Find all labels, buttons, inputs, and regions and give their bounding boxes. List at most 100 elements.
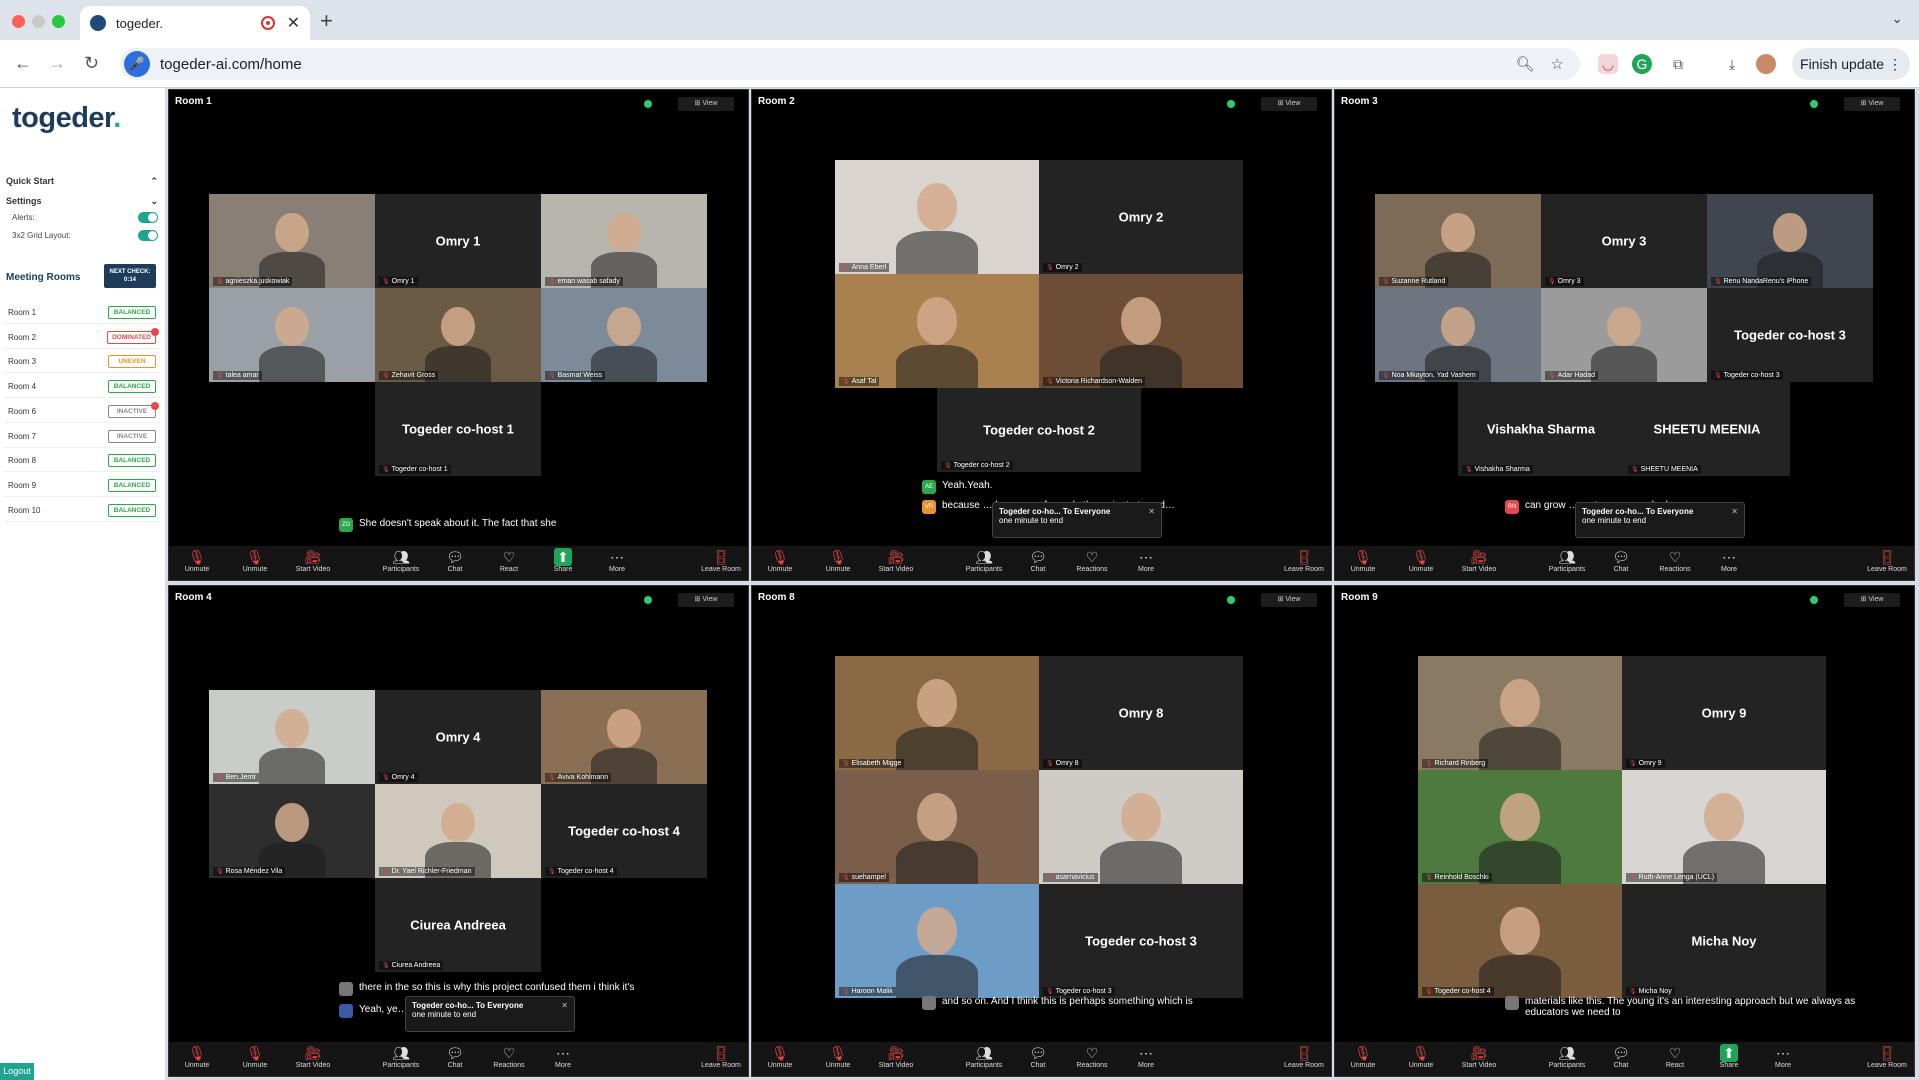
close-tab-icon[interactable]: ✕ <box>287 13 300 33</box>
close-icon[interactable]: ✕ <box>1148 507 1155 516</box>
participant-tile[interactable]: SHEETU MEENIA SHEETU MEENIA <box>1624 382 1790 476</box>
participant-tile[interactable]: talea amar <box>209 288 375 382</box>
participant-tile[interactable]: Dr. Yael Richler-Friedman <box>375 784 541 878</box>
participant-tile[interactable]: Micha Noy Micha Noy <box>1622 884 1826 998</box>
more-button[interactable]: ⋯ More <box>1124 1044 1168 1069</box>
view-options-button[interactable]: ⊞ View <box>1261 593 1317 607</box>
zoom-icon[interactable]: 🔍︎ <box>1516 55 1535 73</box>
participant-tile[interactable]: Aviva Kohlmann <box>541 690 707 784</box>
room-list-item[interactable]: Room 4 BALANCED <box>4 376 160 399</box>
participants-button[interactable]: 👥︎ Participants <box>962 548 1006 573</box>
leave-room-button[interactable]: 🚪︎ Leave Room <box>699 548 743 573</box>
quick-start-section[interactable]: Quick Start ⌃ <box>6 176 158 187</box>
chat-button[interactable]: 💬︎ Chat <box>1599 548 1643 573</box>
participant-tile[interactable]: agnieszka.juskowiak <box>209 194 375 288</box>
participants-button[interactable]: 👥︎ Participants <box>379 548 423 573</box>
close-icon[interactable]: ✕ <box>1731 507 1738 516</box>
reactions-button[interactable]: ♡ Reactions <box>487 1044 531 1069</box>
unmute-button[interactable]: 🎙︎ Unmute <box>1341 1044 1385 1069</box>
unmute-button[interactable]: 🎙︎ Unmute <box>233 1044 277 1069</box>
chat-button[interactable]: 💬︎ Chat <box>433 1044 477 1069</box>
reactions-button[interactable]: ♡ Reactions <box>1070 1044 1114 1069</box>
participant-tile[interactable]: Reinhold Boschki <box>1418 770 1622 884</box>
close-window-button[interactable] <box>12 15 25 28</box>
react-button[interactable]: ♡ React <box>1653 1044 1697 1069</box>
pocket-extension-icon[interactable]: ◡ <box>1598 54 1618 74</box>
room-list-item[interactable]: Room 3 UNEVEN <box>4 351 160 374</box>
leave-room-button[interactable]: 🚪︎ Leave Room <box>1282 1044 1326 1069</box>
unmute-button[interactable]: 🎙︎ Unmute <box>175 1044 219 1069</box>
unmute-button[interactable]: 🎙︎ Unmute <box>758 548 802 573</box>
room-list-item[interactable]: Room 1 BALANCED <box>4 302 160 324</box>
participant-tile[interactable]: suehampel <box>835 770 1039 884</box>
start-video-button[interactable]: 🎥︎ Start Video <box>291 1044 335 1069</box>
site-info-icon[interactable]: 🎤 <box>124 51 150 77</box>
participant-tile[interactable]: Ciurea Andreea Ciurea Andreea <box>375 878 541 972</box>
more-button[interactable]: ⋯ More <box>1124 548 1168 573</box>
participant-tile[interactable]: Renu NandaRenu's iPhone <box>1707 194 1873 288</box>
participant-tile[interactable]: eman wasab safady <box>541 194 707 288</box>
chat-button[interactable]: 💬︎ Chat <box>433 548 477 573</box>
participant-tile[interactable]: Haroon Malik <box>835 884 1039 998</box>
unmute-button[interactable]: 🎙︎ Unmute <box>233 548 277 573</box>
back-icon[interactable]: ← <box>14 53 32 74</box>
reactions-button[interactable]: ♡ Reactions <box>1070 548 1114 573</box>
participant-tile[interactable]: Omry 1 Omry 1 <box>375 194 541 288</box>
participant-tile[interactable]: Noa Mkayton, Yad Vashem <box>1375 288 1541 382</box>
leave-room-button[interactable]: 🚪︎ Leave Room <box>699 1044 743 1069</box>
participant-tile[interactable]: Togeder co-host 4 Togeder co-host 4 <box>541 784 707 878</box>
reactions-button[interactable]: ♡ Reactions <box>1653 548 1697 573</box>
participant-tile[interactable]: Omry 8 Omry 8 <box>1039 656 1243 770</box>
chat-toast[interactable]: Togeder co-ho... To Everyone one minute … <box>1575 502 1745 538</box>
close-icon[interactable]: ✕ <box>561 1001 568 1010</box>
profile-avatar[interactable] <box>1756 54 1776 74</box>
start-video-button[interactable]: 🎥︎ Start Video <box>874 1044 918 1069</box>
unmute-button[interactable]: 🎙︎ Unmute <box>1341 548 1385 573</box>
participant-tile[interactable]: Togeder co-host 3 Togeder co-host 3 <box>1707 288 1873 382</box>
alerts-toggle[interactable] <box>138 212 158 223</box>
more-button[interactable]: ⋯ More <box>1761 1044 1805 1069</box>
participant-tile[interactable]: Ruth-Anne Lenga (UCL) <box>1622 770 1826 884</box>
participant-tile[interactable]: Omry 3 Omry 3 <box>1541 194 1707 288</box>
view-options-button[interactable]: ⊞ View <box>1844 593 1900 607</box>
chat-toast[interactable]: Togeder co-ho... To Everyone one minute … <box>992 502 1162 538</box>
view-options-button[interactable]: ⊞ View <box>1844 97 1900 111</box>
extensions-puzzle-icon[interactable]: ⧉ <box>1668 54 1688 74</box>
participants-button[interactable]: 👥︎ Participants <box>1545 1044 1589 1069</box>
participant-tile[interactable]: Rosa Méndez Vila <box>209 784 375 878</box>
logout-button[interactable]: Logout <box>0 1063 34 1080</box>
more-button[interactable]: ⋯ More <box>541 1044 585 1069</box>
participant-tile[interactable]: Togeder co-host 3 Togeder co-host 3 <box>1039 884 1243 998</box>
room-list-item[interactable]: Room 6 INACTIVE <box>4 401 160 423</box>
start-video-button[interactable]: 🎥︎ Start Video <box>874 548 918 573</box>
participant-tile[interactable]: Zehavit Gross <box>375 288 541 382</box>
unmute-button[interactable]: 🎙︎ Unmute <box>1399 548 1443 573</box>
chat-button[interactable]: 💬︎ Chat <box>1016 1044 1060 1069</box>
unmute-button[interactable]: 🎙︎ Unmute <box>175 548 219 573</box>
participant-tile[interactable]: Elisabeth Migge <box>835 656 1039 770</box>
start-video-button[interactable]: 🎥︎ Start Video <box>1457 1044 1501 1069</box>
share-button[interactable]: ⬆ Share <box>1707 1044 1751 1069</box>
participant-tile[interactable]: Basmat Weiss <box>541 288 707 382</box>
leave-room-button[interactable]: 🚪︎ Leave Room <box>1282 548 1326 573</box>
unmute-button[interactable]: 🎙︎ Unmute <box>816 1044 860 1069</box>
participant-tile[interactable]: Richard Rinberg <box>1418 656 1622 770</box>
view-options-button[interactable]: ⊞ View <box>1261 97 1317 111</box>
view-options-button[interactable]: ⊞ View <box>678 97 734 111</box>
participant-tile[interactable]: Togeder co-host 1 Togeder co-host 1 <box>375 382 541 476</box>
maximize-window-button[interactable] <box>52 15 65 28</box>
participant-tile[interactable]: Adar Hadad <box>1541 288 1707 382</box>
react-button[interactable]: ♡ React <box>487 548 531 573</box>
unmute-button[interactable]: 🎙︎ Unmute <box>816 548 860 573</box>
chat-button[interactable]: 💬︎ Chat <box>1016 548 1060 573</box>
grid-layout-toggle[interactable] <box>138 230 158 241</box>
address-bar[interactable]: 🎤 togeder-ai.com/home 🔍︎ ☆ <box>120 48 1580 80</box>
chat-toast[interactable]: Togeder co-ho... To Everyone one minute … <box>405 996 575 1032</box>
tab-search-icon[interactable]: ⌄ <box>1891 10 1903 27</box>
participants-button[interactable]: 👥︎ Participants <box>962 1044 1006 1069</box>
browser-tab[interactable]: togeder. ✕ <box>80 6 310 40</box>
participant-tile[interactable]: Asaf Tal <box>835 274 1039 388</box>
unmute-button[interactable]: 🎙︎ Unmute <box>758 1044 802 1069</box>
minimize-window-button[interactable] <box>32 15 45 28</box>
room-list-item[interactable]: Room 10 BALANCED <box>4 500 160 522</box>
